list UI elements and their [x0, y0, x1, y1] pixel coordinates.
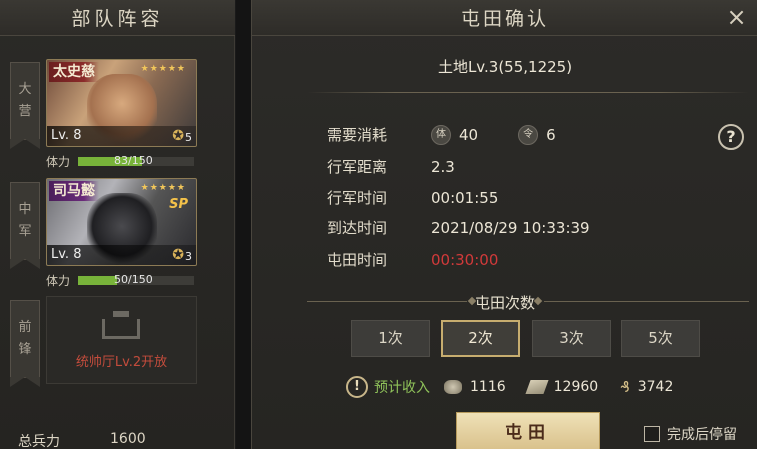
count-option-5[interactable]: 5次 — [621, 320, 700, 357]
arrival-value: 2021/08/29 10:33:39 — [431, 219, 590, 237]
copper-income: 1116 — [444, 379, 506, 395]
copper-value: 1116 — [470, 379, 506, 395]
badge-count: 5 — [185, 131, 192, 144]
total-troops-label: 总兵力 — [18, 434, 60, 449]
order-cost: 令 6 — [518, 125, 556, 145]
dialog-title: 屯田确认 — [460, 8, 549, 30]
march-time-value: 00:01:55 — [431, 189, 499, 207]
march-time-row: 行军时间 00:01:55 — [327, 188, 498, 208]
slot-tag-char: 锋 — [18, 342, 32, 357]
troop-lineup-panel: 部队阵容 大 营 太史慈 ★★★★★ Lv. 8 ✪ 5 体力 83/150 中… — [0, 0, 235, 449]
stay-after-checkbox[interactable]: 完成后停留 — [644, 424, 737, 444]
grain-income: ₰ 3742 — [620, 379, 673, 395]
order-cost-value: 6 — [546, 126, 556, 144]
hero-card-taishici[interactable]: 太史慈 ★★★★★ Lv. 8 ✪ 5 — [46, 59, 197, 147]
sp-badge: SP — [169, 197, 188, 212]
slot-tag-vanguard: 前 锋 — [10, 300, 40, 387]
farming-confirm-dialog: 屯田确认 × 土地Lv.3(55,1225) 需要消耗 体 40 令 6 ? 行… — [251, 0, 757, 449]
stamina-text: 83/150 — [114, 153, 153, 167]
unlock-requirement: 统帅厅Lv.2开放 — [75, 355, 168, 370]
land-info: 土地Lv.3(55,1225) — [437, 58, 573, 76]
stamina-icon: 体 — [431, 125, 451, 145]
stamina-bar: 83/150 — [78, 153, 195, 167]
panel-gap — [236, 0, 251, 449]
count-option-1[interactable]: 1次 — [351, 320, 430, 357]
slot-tag-char: 中 — [18, 202, 32, 217]
slot-tag-char: 大 — [18, 82, 32, 97]
stamina-text: 50/150 — [114, 272, 153, 286]
slot-tag-char: 营 — [18, 104, 32, 119]
copper-icon — [444, 380, 462, 394]
hero-awaken-badge: ✪ 3 — [172, 247, 192, 263]
wood-icon — [525, 380, 549, 394]
stamina-label: 体力 — [46, 273, 71, 288]
divider — [307, 92, 749, 93]
awaken-icon: ✪ — [172, 128, 184, 144]
stay-after-label: 完成后停留 — [667, 427, 737, 443]
hero-stars: ★★★★★ — [140, 183, 186, 193]
hero-name: 太史慈 — [49, 62, 99, 82]
cost-label: 需要消耗 — [327, 126, 388, 144]
march-time-label: 行军时间 — [327, 189, 388, 207]
slot-tag-camp: 大 营 — [10, 62, 40, 149]
hero-name: 司马懿 — [49, 181, 99, 201]
farm-time-row: 屯田时间 00:30:00 — [327, 250, 498, 270]
count-option-3[interactable]: 3次 — [532, 320, 611, 357]
hero-stamina: 体力 83/150 — [46, 153, 195, 169]
badge-count: 3 — [185, 250, 192, 263]
slot-tag-char: 军 — [18, 224, 32, 239]
farm-time-value: 00:30:00 — [431, 251, 499, 269]
hero-stamina: 体力 50/150 — [46, 272, 195, 288]
expected-income: ! 预计收入 1116 12960 ₰ 3742 — [346, 376, 695, 398]
distance-row: 行军距离 2.3 — [327, 157, 455, 177]
hero-card-simayi[interactable]: 司马懿 ★★★★★ SP Lv. 8 ✪ 3 — [46, 178, 197, 266]
checkbox-icon[interactable] — [644, 426, 660, 442]
cost-row: 需要消耗 体 40 令 6 — [327, 125, 596, 145]
help-icon[interactable]: ? — [718, 124, 744, 150]
farm-time-label: 屯田时间 — [327, 251, 388, 269]
locked-hero-slot[interactable]: 统帅厅Lv.2开放 — [46, 296, 197, 384]
slot-tag-char: 前 — [18, 320, 32, 335]
slot-tag-center: 中 军 — [10, 182, 40, 269]
farm-confirm-button[interactable]: 屯田 — [456, 412, 600, 449]
stamina-bar: 50/150 — [78, 272, 195, 286]
distance-value: 2.3 — [431, 158, 455, 176]
wood-value: 12960 — [553, 379, 599, 395]
arrival-row: 到达时间 2021/08/29 10:33:39 — [327, 218, 590, 238]
stamina-cost-value: 40 — [459, 126, 479, 144]
info-icon[interactable]: ! — [346, 376, 368, 398]
total-troops-value: 1600 — [110, 431, 146, 447]
count-section-title: 屯田次数 — [474, 294, 535, 312]
distance-label: 行军距离 — [327, 158, 388, 176]
order-icon: 令 — [518, 125, 539, 145]
grain-value: 3742 — [637, 379, 674, 395]
hero-stars: ★★★★★ — [140, 64, 186, 74]
stamina-label: 体力 — [46, 154, 71, 169]
arrival-label: 到达时间 — [327, 219, 388, 237]
income-label: 预计收入 — [374, 380, 430, 396]
close-icon[interactable]: × — [726, 5, 750, 30]
total-troops: 总兵力 1600 — [18, 431, 146, 449]
hero-awaken-badge: ✪ 5 — [172, 128, 192, 144]
dialog-header: 屯田确认 × — [252, 0, 757, 36]
grain-icon: ₰ — [620, 378, 630, 396]
locked-slot-icon — [102, 311, 140, 339]
count-option-2[interactable]: 2次 — [441, 320, 520, 357]
stamina-bar-fill — [78, 275, 117, 285]
stamina-cost: 体 40 — [431, 125, 478, 145]
awaken-icon: ✪ — [172, 247, 184, 263]
wood-income: 12960 — [525, 379, 599, 395]
lineup-title: 部队阵容 — [0, 0, 235, 36]
section-line-right — [544, 301, 749, 302]
